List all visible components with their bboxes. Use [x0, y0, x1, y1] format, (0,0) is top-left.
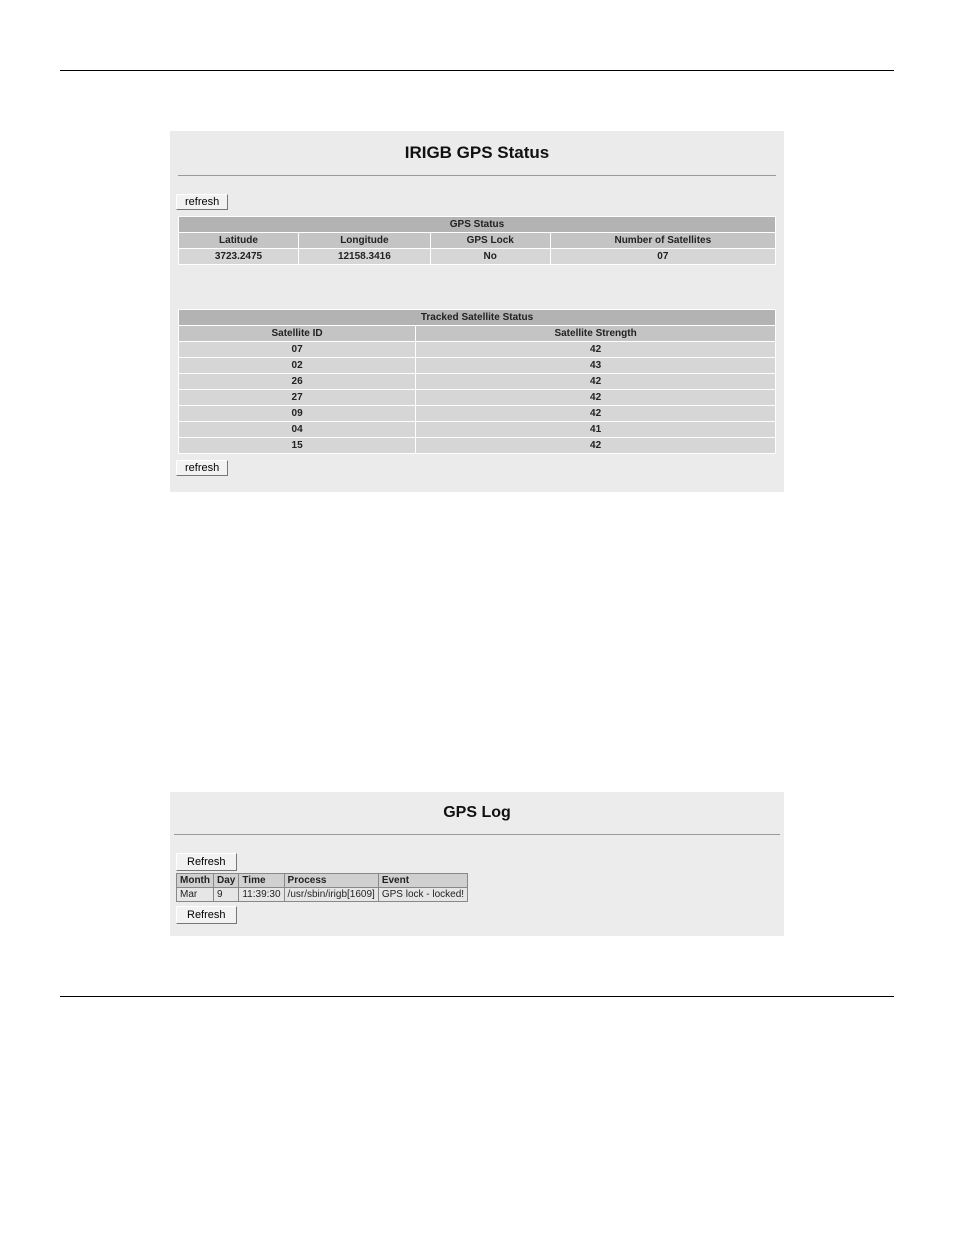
sat-row: 2642	[179, 374, 776, 390]
refresh-button-top[interactable]: refresh	[176, 194, 228, 210]
gps-log-divider	[174, 834, 780, 835]
sat-row: 1542	[179, 438, 776, 454]
gps-log-panel: GPS Log Refresh Month Day Time Process E…	[170, 792, 784, 936]
sat-row: 0742	[179, 342, 776, 358]
gps-status-title: IRIGB GPS Status	[174, 143, 780, 163]
bottom-divider	[60, 996, 894, 997]
sat-id-cell: 04	[179, 422, 416, 438]
sat-strength-cell: 42	[416, 342, 776, 358]
sat-row: 0243	[179, 358, 776, 374]
sat-id-cell: 27	[179, 390, 416, 406]
log-time: 11:39:30	[239, 888, 284, 902]
gps-lon-value: 12158.3416	[298, 249, 430, 265]
gps-lat-value: 3723.2475	[179, 249, 299, 265]
log-col-month: Month	[177, 874, 214, 888]
refresh-button-bottom[interactable]: refresh	[176, 460, 228, 476]
log-row: Mar 9 11:39:30 /usr/sbin/irigb[1609] GPS…	[177, 888, 468, 902]
sat-strength-cell: 42	[416, 374, 776, 390]
sat-row: 0942	[179, 406, 776, 422]
tracked-sat-caption: Tracked Satellite Status	[179, 310, 776, 326]
gps-status-panel: IRIGB GPS Status refresh GPS Status Lati…	[170, 131, 784, 492]
sat-id-cell: 09	[179, 406, 416, 422]
sat-strength-cell: 42	[416, 438, 776, 454]
gps-status-row: 3723.2475 12158.3416 No 07	[179, 249, 776, 265]
sat-id-cell: 26	[179, 374, 416, 390]
gps-col-lat: Latitude	[179, 233, 299, 249]
sat-strength-cell: 43	[416, 358, 776, 374]
sat-row: 0441	[179, 422, 776, 438]
log-col-day: Day	[214, 874, 239, 888]
log-day: 9	[214, 888, 239, 902]
gps-col-lon: Longitude	[298, 233, 430, 249]
gps-status-caption: GPS Status	[179, 217, 776, 233]
log-col-time: Time	[239, 874, 284, 888]
gps-log-table: Month Day Time Process Event Mar 9 11:39…	[176, 873, 468, 902]
gps-status-divider	[178, 175, 776, 176]
gps-log-title: GPS Log	[172, 804, 782, 822]
sat-id-cell: 07	[179, 342, 416, 358]
sat-id-cell: 15	[179, 438, 416, 454]
gps-col-numsat: Number of Satellites	[550, 233, 775, 249]
gps-numsat-value: 07	[550, 249, 775, 265]
tracked-sat-table: Tracked Satellite Status Satellite ID Sa…	[178, 309, 776, 454]
sat-strength-cell: 42	[416, 390, 776, 406]
sat-id-cell: 02	[179, 358, 416, 374]
gps-status-table: GPS Status Latitude Longitude GPS Lock N…	[178, 216, 776, 265]
log-col-process: Process	[284, 874, 378, 888]
gps-col-lock: GPS Lock	[430, 233, 550, 249]
log-event: GPS lock - locked!	[378, 888, 467, 902]
log-col-event: Event	[378, 874, 467, 888]
log-process: /usr/sbin/irigb[1609]	[284, 888, 378, 902]
log-month: Mar	[177, 888, 214, 902]
sat-strength-cell: 42	[416, 406, 776, 422]
top-divider	[60, 70, 894, 71]
sat-row: 2742	[179, 390, 776, 406]
log-refresh-button-bottom[interactable]: Refresh	[176, 906, 237, 924]
sat-strength-cell: 41	[416, 422, 776, 438]
gps-lock-value: No	[430, 249, 550, 265]
sat-col-strength: Satellite Strength	[416, 326, 776, 342]
log-refresh-button-top[interactable]: Refresh	[176, 853, 237, 871]
sat-col-id: Satellite ID	[179, 326, 416, 342]
